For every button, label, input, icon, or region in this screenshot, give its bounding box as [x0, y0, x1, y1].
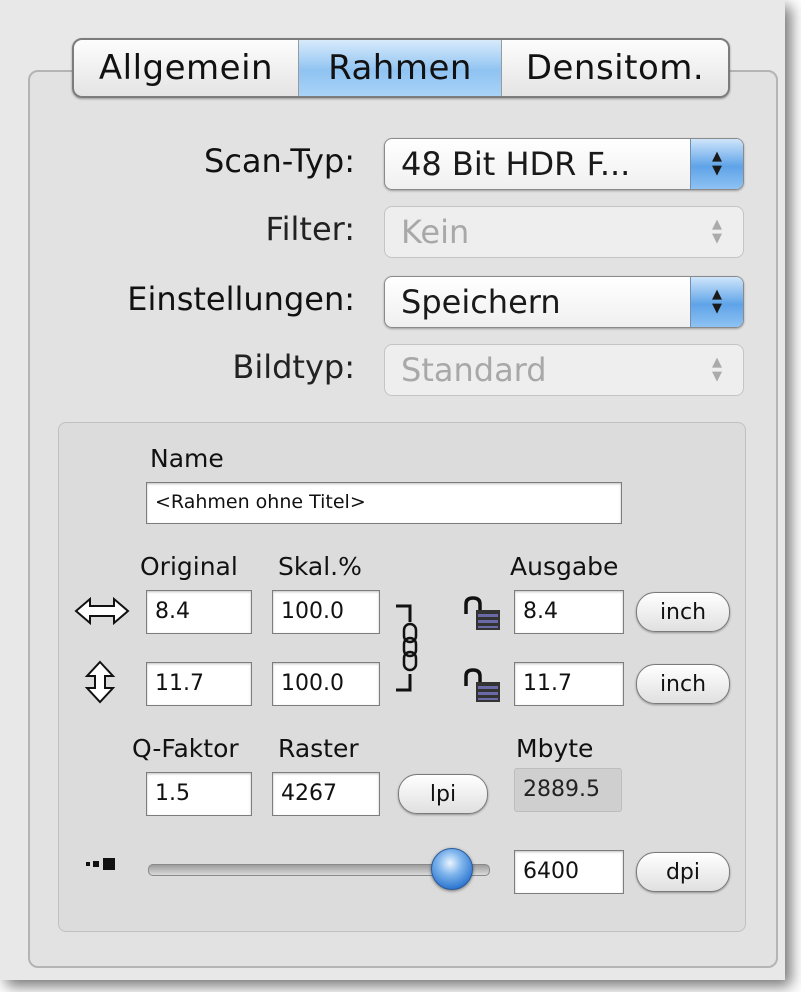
height-output-field[interactable]: 11.7: [514, 662, 624, 706]
filter-value: Kein: [401, 213, 470, 251]
height-unit-button[interactable]: inch: [636, 664, 730, 704]
width-unit-button[interactable]: inch: [636, 592, 730, 632]
resolution-slider-thumb[interactable]: [431, 848, 473, 890]
scan-type-popup[interactable]: 48 Bit HDR F... ▲ ▼: [384, 138, 744, 190]
bildtyp-popup: Standard ▲ ▼: [384, 344, 744, 396]
unlocked-padlock-icon[interactable]: [462, 668, 502, 704]
popup-arrows-icon: ▲ ▼: [690, 139, 743, 189]
name-field[interactable]: <Rahmen ohne Titel>: [146, 482, 622, 524]
filter-label: Filter:: [265, 210, 355, 248]
filter-popup: Kein ▲ ▼: [384, 206, 744, 258]
popup-arrows-icon: ▲ ▼: [690, 277, 743, 327]
height-scale-field[interactable]: 100.0: [272, 662, 380, 706]
name-label: Name: [150, 444, 224, 473]
original-label: Original: [140, 552, 238, 581]
raster-unit-button[interactable]: lpi: [398, 774, 488, 814]
mbyte-readout: 2889.5: [514, 768, 622, 812]
resolution-field[interactable]: 6400: [514, 850, 624, 894]
popup-arrows-icon: ▲ ▼: [712, 355, 722, 384]
skal-label: Skal.%: [278, 552, 362, 581]
bildtyp-value: Standard: [401, 351, 547, 389]
scan-type-value: 48 Bit HDR F...: [401, 145, 631, 183]
qfaktor-label: Q-Faktor: [132, 734, 239, 763]
qfaktor-field[interactable]: 1.5: [146, 772, 252, 816]
height-original-field[interactable]: 11.7: [146, 662, 252, 706]
tab-rahmen[interactable]: Rahmen: [299, 40, 502, 96]
scan-type-label: Scan-Typ:: [204, 142, 355, 180]
unlocked-padlock-icon[interactable]: [462, 596, 502, 632]
popup-arrows-icon: ▲ ▼: [712, 217, 722, 246]
small-squares-icon: [86, 858, 115, 870]
tab-bar: Allgemein Rahmen Densitom.: [72, 38, 730, 98]
scanner-settings-window: Allgemein Rahmen Densitom. Scan-Typ: 48 …: [0, 0, 785, 980]
width-output-field[interactable]: 8.4: [514, 590, 624, 634]
einstellungen-popup[interactable]: Speichern ▲ ▼: [384, 276, 744, 328]
raster-label: Raster: [278, 734, 359, 763]
chain-link-icon[interactable]: [392, 600, 428, 696]
tab-allgemein[interactable]: Allgemein: [74, 40, 299, 96]
horizontal-arrows-icon: [74, 596, 130, 626]
einstellungen-label: Einstellungen:: [127, 280, 355, 318]
width-scale-field[interactable]: 100.0: [272, 590, 380, 634]
resolution-unit-button[interactable]: dpi: [636, 852, 730, 892]
ausgabe-label: Ausgabe: [510, 552, 619, 581]
einstellungen-value: Speichern: [401, 283, 561, 321]
tab-densitom[interactable]: Densitom.: [502, 40, 728, 96]
width-original-field[interactable]: 8.4: [146, 590, 252, 634]
mbyte-label: Mbyte: [516, 734, 594, 763]
vertical-arrows-icon: [84, 660, 116, 704]
raster-field[interactable]: 4267: [272, 772, 380, 816]
bildtyp-label: Bildtyp:: [232, 348, 355, 386]
